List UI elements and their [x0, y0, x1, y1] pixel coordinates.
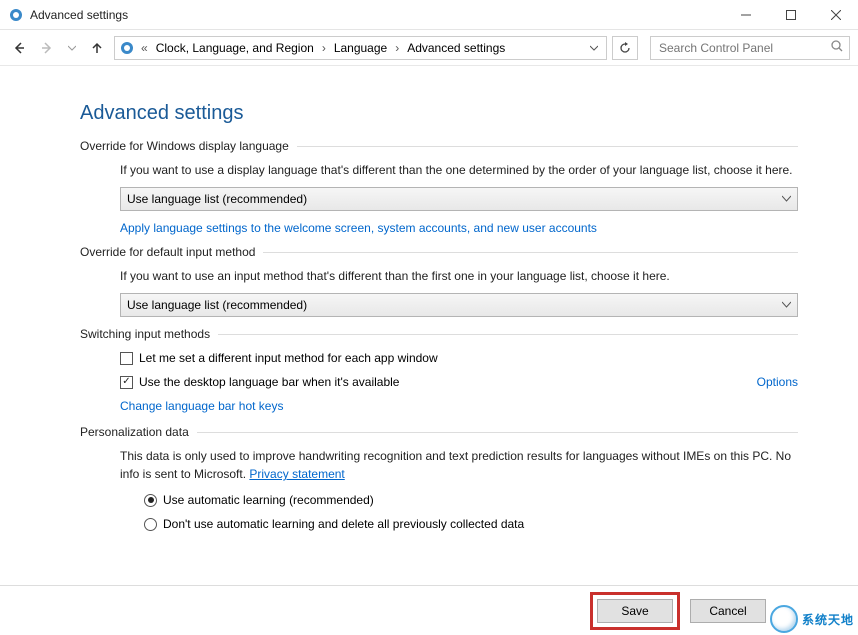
watermark: 系统天地 — [770, 605, 854, 633]
chevron-right-icon: › — [391, 41, 403, 55]
privacy-link[interactable]: Privacy statement — [249, 467, 344, 481]
watermark-text: 系统天地 — [802, 611, 854, 628]
checkbox-label: Let me set a different input method for … — [139, 349, 438, 367]
chevron-left-icon: « — [137, 41, 152, 55]
breadcrumb-seg3[interactable]: Advanced settings — [405, 41, 507, 55]
section-description: If you want to use an input method that'… — [120, 267, 798, 285]
navbar: « Clock, Language, and Region › Language… — [0, 30, 858, 66]
page-title: Advanced settings — [80, 102, 798, 125]
checkbox-per-app[interactable] — [120, 352, 133, 365]
section-title: Override for Windows display language — [80, 139, 297, 153]
content-area: Advanced settings Override for Windows d… — [0, 66, 858, 585]
divider — [218, 334, 798, 335]
radio-auto-learning[interactable] — [144, 494, 157, 507]
section-title: Switching input methods — [80, 327, 218, 341]
chevron-right-icon: › — [318, 41, 330, 55]
app-icon — [8, 7, 24, 23]
forward-button[interactable] — [36, 37, 58, 59]
refresh-button[interactable] — [612, 36, 638, 60]
save-highlight: Save — [590, 592, 680, 630]
section-display-language: Override for Windows display language If… — [80, 139, 798, 235]
section-personalization: Personalization data This data is only u… — [80, 425, 798, 533]
radio-no-learning[interactable] — [144, 518, 157, 531]
control-panel-icon — [119, 40, 135, 56]
recent-dropdown[interactable] — [64, 37, 80, 59]
back-button[interactable] — [8, 37, 30, 59]
divider — [297, 146, 798, 147]
checkbox-desktop-langbar[interactable] — [120, 376, 133, 389]
checkbox-label: Use the desktop language bar when it's a… — [139, 373, 399, 391]
titlebar: Advanced settings — [0, 0, 858, 30]
divider — [197, 432, 798, 433]
chevron-down-icon — [782, 298, 791, 312]
section-default-input: Override for default input method If you… — [80, 245, 798, 317]
maximize-button[interactable] — [768, 0, 813, 30]
window-title: Advanced settings — [30, 8, 723, 22]
address-bar[interactable]: « Clock, Language, and Region › Language… — [114, 36, 607, 60]
minimize-button[interactable] — [723, 0, 768, 30]
save-button[interactable]: Save — [597, 599, 673, 623]
divider — [263, 252, 798, 253]
radio-label: Don't use automatic learning and delete … — [163, 515, 524, 533]
apply-welcome-link[interactable]: Apply language settings to the welcome s… — [120, 221, 798, 235]
up-button[interactable] — [86, 37, 108, 59]
address-dropdown[interactable] — [586, 44, 602, 52]
close-button[interactable] — [813, 0, 858, 30]
search-input[interactable] — [657, 40, 831, 56]
search-icon[interactable] — [831, 40, 843, 55]
default-input-combo[interactable]: Use language list (recommended) — [120, 293, 798, 317]
cancel-button[interactable]: Cancel — [690, 599, 766, 623]
breadcrumb-seg1[interactable]: Clock, Language, and Region — [154, 41, 316, 55]
section-description: This data is only used to improve handwr… — [120, 447, 798, 483]
breadcrumb-seg2[interactable]: Language — [332, 41, 389, 55]
section-title: Personalization data — [80, 425, 197, 439]
combo-value: Use language list (recommended) — [127, 298, 782, 312]
display-language-combo[interactable]: Use language list (recommended) — [120, 187, 798, 211]
section-title: Override for default input method — [80, 245, 263, 259]
section-description: If you want to use a display language th… — [120, 161, 798, 179]
combo-value: Use language list (recommended) — [127, 192, 782, 206]
section-switching-input: Switching input methods Let me set a dif… — [80, 327, 798, 415]
radio-label: Use automatic learning (recommended) — [163, 491, 374, 509]
footer: Save Cancel — [0, 585, 858, 635]
search-box[interactable] — [650, 36, 850, 60]
options-link[interactable]: Options — [757, 373, 798, 391]
globe-icon — [770, 605, 798, 633]
hotkeys-link[interactable]: Change language bar hot keys — [120, 397, 283, 415]
chevron-down-icon — [782, 192, 791, 206]
